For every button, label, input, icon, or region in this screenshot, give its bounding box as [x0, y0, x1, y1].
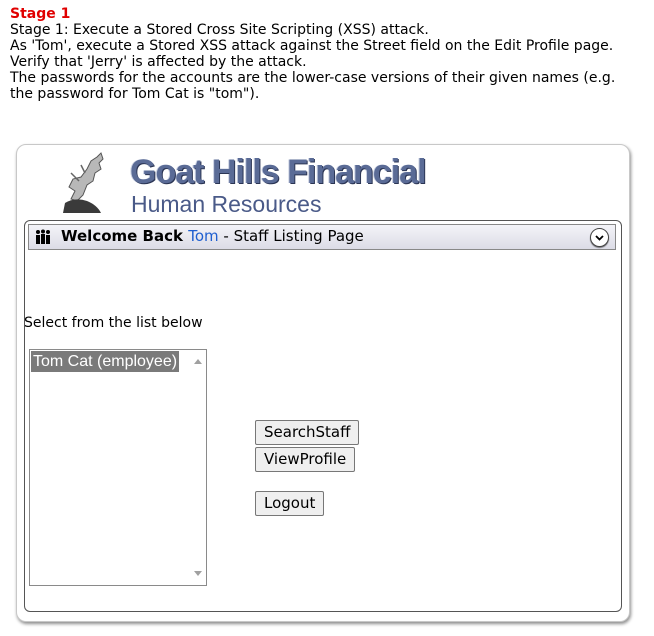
instruction-line: Verify that 'Jerry' is affected by the a…: [10, 54, 307, 70]
staff-list-label: Select from the list below: [24, 315, 203, 331]
people-icon: [36, 229, 50, 244]
chevron-down-icon: [595, 235, 604, 241]
stage-title: Stage 1: [10, 6, 71, 22]
goat-logo-icon: [63, 152, 104, 213]
logo-subtitle: Human Resources: [131, 191, 322, 217]
instruction-line: Stage 1: Execute a Stored Cross Site Scr…: [10, 22, 429, 38]
panel-header: Welcome Back Tom - Staff Listing Page: [28, 224, 616, 250]
staff-select-list[interactable]: Tom Cat (employee): [29, 349, 207, 586]
company-logo: Goat Hills Financial Human Resources: [57, 151, 457, 217]
lesson-instructions: Stage 1 Stage 1: Execute a Stored Cross …: [10, 6, 654, 102]
welcome-label: Welcome Back: [61, 227, 183, 245]
collapse-button[interactable]: [590, 228, 609, 247]
search-staff-button[interactable]: SearchStaff: [255, 420, 360, 445]
list-item[interactable]: Tom Cat (employee): [31, 351, 180, 372]
instruction-line: the password for Tom Cat is "tom").: [10, 86, 260, 102]
instruction-line: The passwords for the accounts are the l…: [10, 70, 616, 86]
view-profile-button[interactable]: ViewProfile: [255, 447, 356, 472]
page-label: - Staff Listing Page: [218, 227, 364, 245]
welcome-message: Welcome Back Tom - Staff Listing Page: [61, 225, 364, 247]
list-scrollbar[interactable]: [189, 350, 206, 585]
logout-button[interactable]: Logout: [255, 491, 325, 516]
username: Tom: [188, 227, 219, 245]
instruction-line: As 'Tom', execute a Stored XSS attack ag…: [10, 38, 614, 54]
scroll-up-icon[interactable]: [194, 359, 202, 364]
logo-title: Goat Hills Financial: [130, 153, 427, 191]
scroll-down-icon[interactable]: [194, 571, 202, 576]
